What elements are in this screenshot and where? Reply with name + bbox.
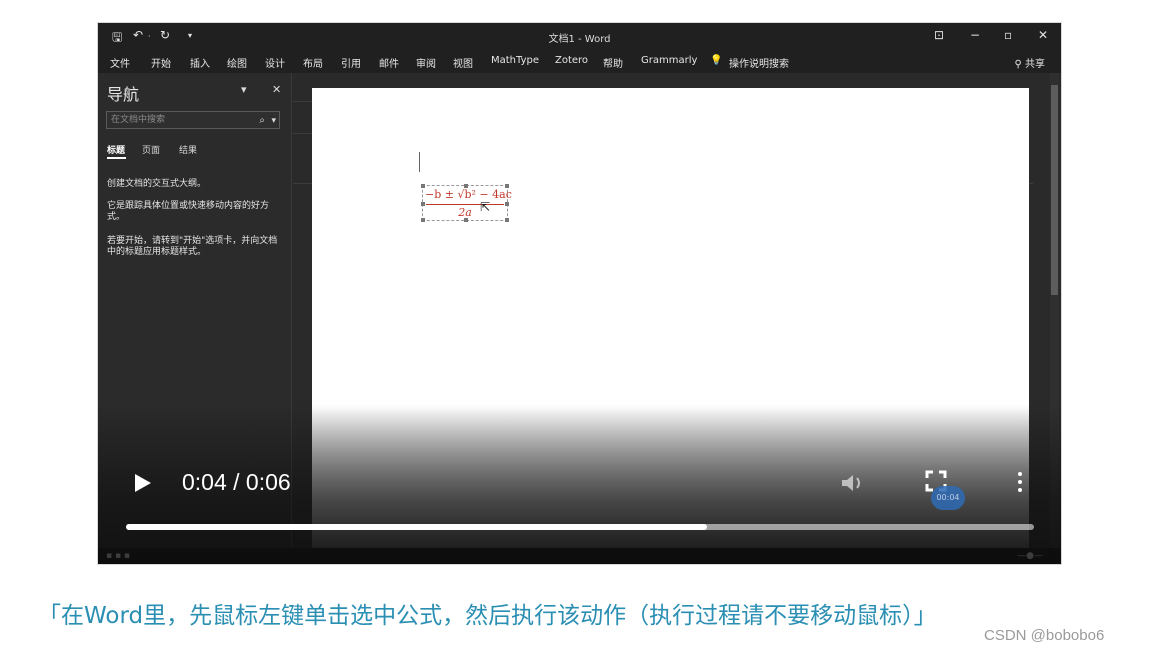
tab-design[interactable]: 设计 bbox=[265, 55, 285, 70]
resize-handle[interactable] bbox=[505, 184, 509, 188]
tab-view[interactable]: 视图 bbox=[453, 55, 473, 70]
tab-review[interactable]: 审阅 bbox=[416, 55, 436, 70]
resize-handle[interactable] bbox=[505, 218, 509, 222]
nav-tab-pages[interactable]: 页面 bbox=[142, 143, 160, 156]
volume-icon[interactable] bbox=[840, 471, 866, 495]
nav-options-icon[interactable]: ▾ bbox=[241, 83, 247, 96]
tab-help[interactable]: 帮助 bbox=[603, 55, 623, 70]
nav-hint-2: 它是跟踪具体位置或快速移动内容的好方式。 bbox=[107, 201, 270, 222]
resize-handle[interactable] bbox=[421, 218, 425, 222]
resize-handle[interactable] bbox=[464, 184, 468, 188]
search-icon[interactable]: ⌕ bbox=[259, 113, 265, 129]
resize-handle[interactable] bbox=[421, 184, 425, 188]
fraction-bar bbox=[426, 204, 504, 205]
watermark: CSDN @bobobo6 bbox=[984, 627, 1105, 644]
restore-icon[interactable]: ▫ bbox=[1004, 28, 1012, 42]
play-icon[interactable] bbox=[135, 474, 151, 492]
video-frame: 🖫 ↶ · ↻ ▾ 文档1 - Word ⊡ − ▫ ✕ 文件 开始 插入 绘图… bbox=[97, 22, 1062, 565]
close-icon[interactable]: ✕ bbox=[1038, 28, 1048, 42]
tab-insert[interactable]: 插入 bbox=[190, 55, 210, 70]
more-dot bbox=[1018, 488, 1022, 492]
scroll-thumb[interactable] bbox=[1051, 85, 1058, 295]
minimize-icon[interactable]: − bbox=[970, 28, 980, 42]
playback-time: 0:04 / 0:06 bbox=[182, 469, 291, 495]
equation-numerator: −b ± √b² − 4ac bbox=[425, 188, 512, 201]
more-dot bbox=[1018, 480, 1022, 484]
tab-grammarly[interactable]: Grammarly bbox=[641, 55, 697, 66]
text-cursor bbox=[419, 152, 420, 172]
ribbon-tabs: 文件 开始 插入 绘图 设计 布局 引用 邮件 审阅 视图 MathType Z… bbox=[98, 49, 1061, 73]
nav-search-placeholder: 在文档中搜索 bbox=[111, 115, 166, 125]
mouse-cursor-icon: ⇱ bbox=[480, 200, 491, 214]
instruction-caption: 「在Word里，先鼠标左键单击选中公式，然后执行该动作（执行过程请不要移动鼠标）… bbox=[38, 603, 937, 629]
tab-references[interactable]: 引用 bbox=[341, 55, 361, 70]
lightbulb-icon: 💡 bbox=[710, 55, 723, 66]
nav-tab-results[interactable]: 结果 bbox=[179, 143, 197, 156]
nav-search-input[interactable]: 在文档中搜索 ⌕ ▾ bbox=[106, 111, 280, 129]
share-label: 共享 bbox=[1025, 59, 1045, 70]
window-title: 文档1 - Word bbox=[548, 34, 611, 45]
resize-handle[interactable] bbox=[464, 218, 468, 222]
tab-zotero[interactable]: Zotero bbox=[555, 55, 588, 66]
tab-layout[interactable]: 布局 bbox=[303, 55, 323, 70]
timestamp-badge: 00:04 bbox=[931, 486, 965, 510]
nav-tab-underline bbox=[107, 157, 126, 159]
title-bar: 🖫 ↶ · ↻ ▾ 文档1 - Word ⊡ − ▫ ✕ bbox=[98, 23, 1061, 49]
ribbon-display-icon[interactable]: ⊡ bbox=[934, 28, 944, 42]
tell-me-search[interactable]: 操作说明搜索 bbox=[729, 55, 789, 70]
more-dot bbox=[1018, 472, 1022, 476]
resize-handle[interactable] bbox=[421, 202, 425, 206]
more-icon[interactable] bbox=[1016, 470, 1024, 494]
tab-mailings[interactable]: 邮件 bbox=[379, 55, 399, 70]
nav-tab-headings[interactable]: 标题 bbox=[107, 143, 125, 156]
resize-handle[interactable] bbox=[505, 202, 509, 206]
tab-mathtype[interactable]: MathType bbox=[491, 55, 539, 66]
progress-bar[interactable] bbox=[126, 524, 1034, 530]
chevron-down-icon[interactable]: ▾ bbox=[271, 113, 276, 129]
nav-pane-title: 导航 bbox=[107, 85, 140, 104]
nav-hint-1: 创建文档的交互式大纲。 bbox=[107, 179, 207, 189]
tab-home[interactable]: 开始 bbox=[151, 55, 171, 70]
selected-equation[interactable]: −b ± √b² − 4ac 2a bbox=[421, 184, 512, 222]
nav-hint-3: 若要开始，请转到"开始"选项卡，并向文档中的标题应用标题样式。 bbox=[107, 236, 278, 257]
tab-file[interactable]: 文件 bbox=[110, 55, 130, 70]
nav-close-icon[interactable]: ✕ bbox=[272, 83, 281, 96]
progress-fill bbox=[126, 524, 708, 530]
share-button[interactable]: ⚲ 共享 bbox=[1014, 55, 1045, 70]
tab-draw[interactable]: 绘图 bbox=[227, 55, 247, 70]
